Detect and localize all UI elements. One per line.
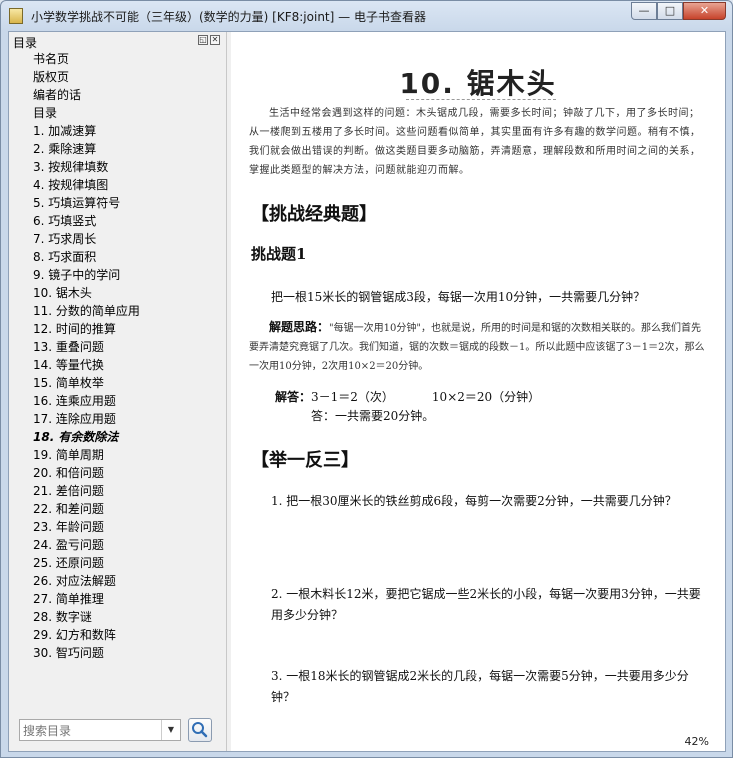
toc-item[interactable]: 目录 [9, 104, 225, 122]
toc-item[interactable]: 4. 按规律填图 [9, 176, 225, 194]
section-challenge-heading: 【挑战经典题】 [251, 204, 377, 225]
challenge-problem: 把一根15米长的钢管锯成3段，每锯一次用10分钟，一共需要几分钟？ [271, 290, 646, 304]
answer-line-2: 答：一共需要20分钟。 [311, 409, 435, 423]
toc-item[interactable]: 10. 锯木头 [9, 284, 225, 302]
toc-item[interactable]: 17. 连除应用题 [9, 410, 225, 428]
toc-item[interactable]: 30. 智巧问题 [9, 644, 225, 662]
exercise-3: 3. 一根18米长的钢管锯成2米长的几段，每锯一次需要5分钟，一共要用多少分钟？ [271, 669, 689, 704]
close-panel-icon[interactable]: ✕ [210, 35, 220, 45]
challenge-title: 挑战题1 [251, 245, 307, 263]
toc-item[interactable]: 26. 对应法解题 [9, 572, 225, 590]
answer-step-2: 10×2＝20（分钟） [431, 390, 541, 404]
toc-item[interactable]: 9. 镜子中的学问 [9, 266, 225, 284]
toc-item[interactable]: 25. 还原问题 [9, 554, 225, 572]
analysis-paragraph: 解题思路："每锯一次用10分钟"，也就是说，所用的时间是和锯的次数相关联的。那么… [249, 318, 709, 376]
answer-line-1: 解答：3－1＝2（次） 10×2＝20（分钟） [275, 388, 540, 405]
toc-item[interactable]: 18. 有余数除法 [9, 428, 225, 446]
toc-header: 目录 [13, 36, 38, 50]
toc-item[interactable]: 16. 连乘应用题 [9, 392, 225, 410]
toc-item[interactable]: 8. 巧求面积 [9, 248, 225, 266]
toc-item[interactable]: 1. 加减速算 [9, 122, 225, 140]
toc-item[interactable]: 28. 数字谜 [9, 608, 225, 626]
title-bar[interactable]: 小学数学挑战不可能（三年级）(数学的力量) [KF8:joint] — 电子书查… [1, 1, 732, 31]
toc-search-box[interactable]: ▼ [19, 719, 181, 742]
toc-item[interactable]: 14. 等量代换 [9, 356, 225, 374]
search-button[interactable] [188, 718, 212, 742]
toc-item[interactable]: 11. 分数的简单应用 [9, 302, 225, 320]
toc-item[interactable]: 7. 巧求周长 [9, 230, 225, 248]
answer-label: 解答： [275, 390, 312, 404]
toc-search-input[interactable] [20, 720, 165, 742]
toc-item[interactable]: 5. 巧填运算符号 [9, 194, 225, 212]
viewer-client: 目录 ◱ ✕ 书名页 版权页 编者的话 目录 1. 加减速算 2. 乘除速算 3. 按规律填… [8, 31, 726, 752]
toc-sidebar: 目录 ◱ ✕ 书名页 版权页 编者的话 目录 1. 加减速算 2. 乘除速算 3. 按规律填… [9, 32, 227, 751]
toc-item[interactable]: 27. 简单推理 [9, 590, 225, 608]
toc-item[interactable]: 2. 乘除速算 [9, 140, 225, 158]
minimize-button[interactable]: — [631, 2, 657, 20]
toc-item[interactable]: 23. 年龄问题 [9, 518, 225, 536]
chapter-title: 10. 锯木头 [399, 67, 557, 100]
maximize-button[interactable]: □ [657, 2, 683, 20]
toc-item[interactable]: 21. 差倍问题 [9, 482, 225, 500]
toc-item[interactable]: 版权页 [9, 68, 225, 86]
title-underline [406, 99, 556, 100]
chevron-down-icon[interactable]: ▼ [161, 720, 180, 740]
toc-item[interactable]: 12. 时间的推算 [9, 320, 225, 338]
toc-item[interactable]: 29. 幻方和数阵 [9, 626, 225, 644]
toc-item[interactable]: 3. 按规律填数 [9, 158, 225, 176]
ebook-viewer-icon [9, 8, 23, 24]
undock-icon[interactable]: ◱ [198, 35, 208, 45]
exercise-2: 2. 一根木料长12米，要把它锯成一些2米长的小段，每锯一次要用3分钟，一共要用… [271, 587, 701, 622]
search-icon [192, 722, 208, 738]
toc-list: 书名页 版权页 编者的话 目录 1. 加减速算 2. 乘除速算 3. 按规律填数 4. 按规律… [9, 50, 225, 662]
exercise-1: 1. 把一根30厘米长的铁丝剪成6段，每剪一次需要2分钟，一共需要几分钟？ [271, 494, 677, 508]
zoom-indicator: 42% [684, 735, 709, 748]
app-window: 小学数学挑战不可能（三年级）(数学的力量) [KF8:joint] — 电子书查… [0, 0, 733, 758]
answer-step-1: 3－1＝2（次） [311, 390, 394, 404]
section-practice-heading: 【举一反三】 [251, 450, 359, 471]
toc-item[interactable]: 24. 盈亏问题 [9, 536, 225, 554]
close-button[interactable]: ✕ [683, 2, 726, 20]
analysis-label: 解题思路： [269, 320, 330, 334]
chapter-intro: 生活中经常会遇到这样的问题：木头锯成几段，需要多长时间；钟敲了几下，用了多长时间… [249, 108, 701, 176]
toc-item[interactable]: 15. 简单枚举 [9, 374, 225, 392]
toc-item[interactable]: 6. 巧填竖式 [9, 212, 225, 230]
toc-item[interactable]: 20. 和倍问题 [9, 464, 225, 482]
book-page[interactable]: 10. 锯木头 生活中经常会遇到这样的问题：木头锯成几段，需要多长时间；钟敲了几… [231, 32, 725, 751]
toc-item[interactable]: 22. 和差问题 [9, 500, 225, 518]
toc-item[interactable]: 书名页 [9, 50, 225, 68]
toc-item[interactable]: 编者的话 [9, 86, 225, 104]
window-title: 小学数学挑战不可能（三年级）(数学的力量) [KF8:joint] — 电子书查… [31, 10, 426, 24]
toc-item[interactable]: 19. 简单周期 [9, 446, 225, 464]
toc-item[interactable]: 13. 重叠问题 [9, 338, 225, 356]
